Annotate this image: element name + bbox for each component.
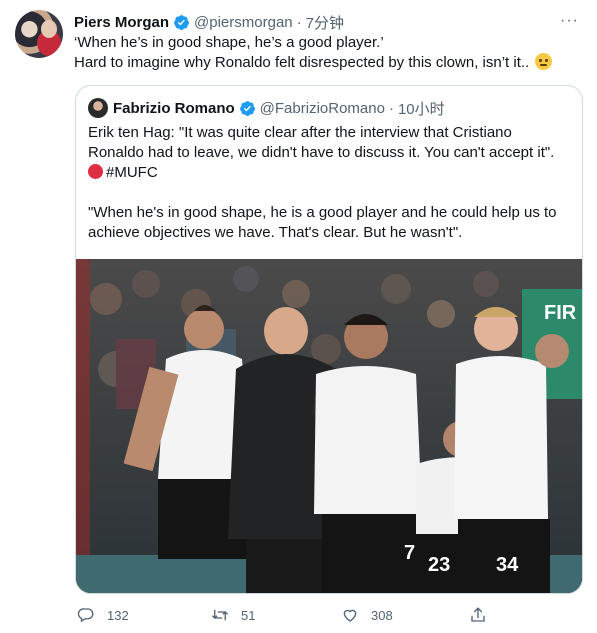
tweet-actions: 132 51 308 [75,603,585,627]
shirt-number-34: 34 [496,554,519,576]
author-handle[interactable]: @piersmorgan [194,14,293,31]
author-avatar[interactable] [15,10,63,58]
hashtag-row: #MUFC [88,163,570,183]
quoted-author-name: Fabrizio Romano [113,99,235,117]
retweet-count: 51 [241,607,256,623]
hashtag: #MUFC [106,164,158,181]
reply-button[interactable]: 132 [77,603,129,627]
quoted-time: 10小时 [397,100,445,118]
quoted-tweet[interactable]: Fabrizio Romano @FabrizioRomano · 10小时 E… [75,85,583,594]
more-icon[interactable]: ··· [560,12,579,30]
photo-illustration: FIR 7 23 34 [76,259,582,593]
dot-separator: · [296,13,302,31]
tweet-header: Piers Morgan @piersmorgan · 7分钟 [74,12,582,32]
verified-badge-icon [239,100,255,116]
verified-badge-icon [174,14,189,30]
tweet-text-line2: Hard to imagine why Ronaldo felt disresp… [74,54,530,71]
quoted-text: Erik ten Hag: "It was quite clear after … [88,123,570,243]
red-circle-emoji [88,164,103,179]
reply-icon [77,608,94,623]
tweet-text-line1: ‘When he’s in good shape, he’s a good pl… [74,34,384,51]
shirt-number-7: 7 [404,542,415,564]
sponsor-text: FIR [544,302,577,324]
author-name[interactable]: Piers Morgan [74,14,169,31]
retweet-button[interactable]: 51 [211,603,255,627]
quoted-author-handle: @FabrizioRomano [259,99,385,117]
tweet-photo[interactable]: FIR 7 23 34 [76,259,582,593]
rolling-eyes-emoji [535,53,553,70]
like-icon [343,609,357,622]
reply-count: 132 [107,607,129,623]
like-button[interactable]: 308 [341,603,393,627]
quoted-paragraph-1: Erik ten Hag: "It was quite clear after … [88,124,555,161]
like-count: 308 [371,607,393,623]
tweet[interactable]: Piers Morgan @piersmorgan · 7分钟 ··· ‘Whe… [0,0,597,633]
share-button[interactable] [469,603,499,627]
retweet-icon [212,609,228,621]
tweet-text: ‘When he’s in good shape, he’s a good pl… [74,33,584,73]
quoted-paragraph-2: "When he's in good shape, he is a good p… [88,204,557,241]
shirt-number-23: 23 [428,554,450,576]
tweet-time[interactable]: 7分钟 [306,12,344,33]
quoted-tweet-header: Fabrizio Romano @FabrizioRomano · 10小时 [88,98,570,118]
tweet-text-line2-row: Hard to imagine why Ronaldo felt disresp… [74,53,584,73]
dot-separator: · [388,99,394,117]
share-icon [471,607,485,622]
quoted-author-avatar [88,98,108,118]
